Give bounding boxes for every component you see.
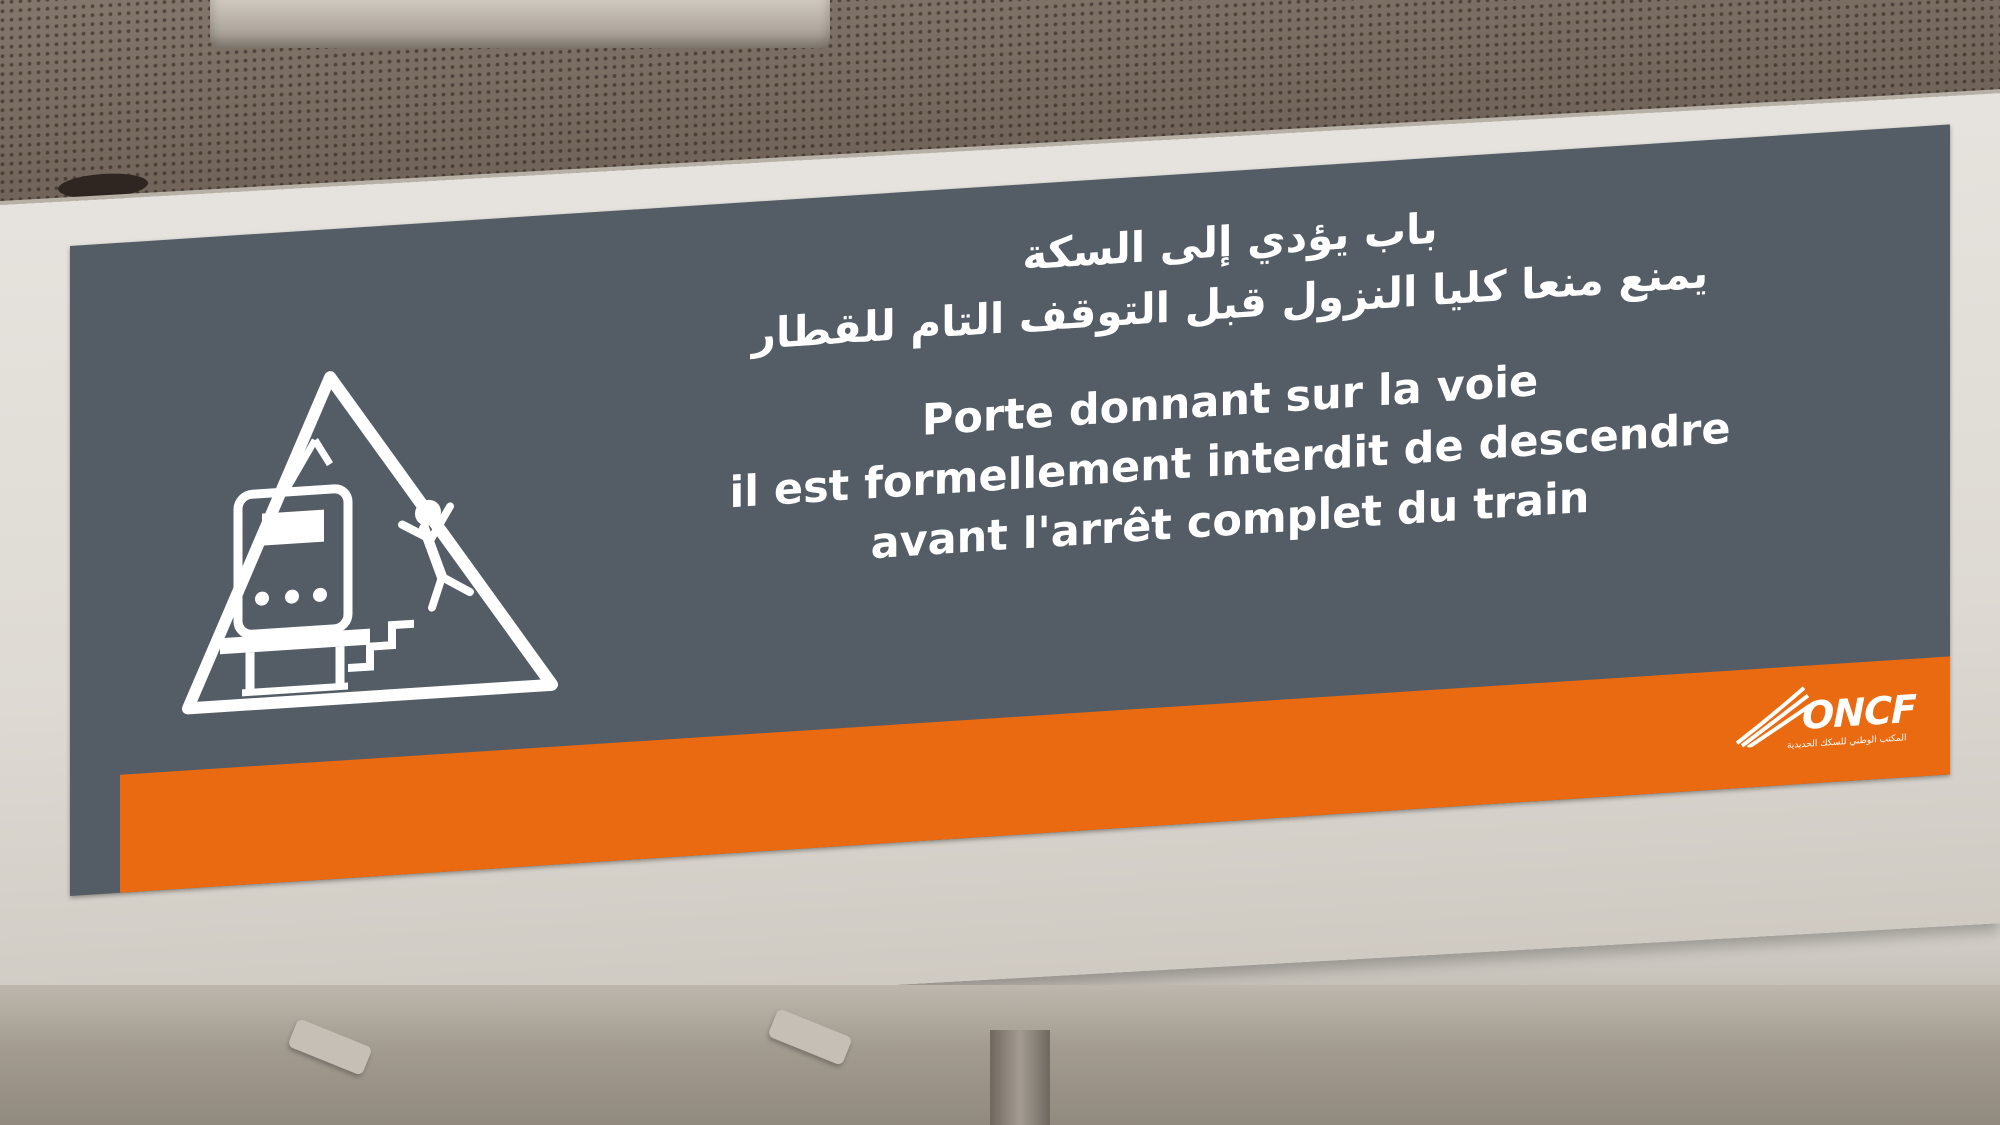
oncf-swoosh-icon xyxy=(1735,686,1812,749)
photo-scene: باب يؤدي إلى السكة يمنع منعا كليا النزول… xyxy=(0,0,2000,1125)
warning-sign: باب يؤدي إلى السكة يمنع منعا كليا النزول… xyxy=(70,124,1950,897)
train-door-fall-warning-icon xyxy=(182,371,558,715)
ceiling-light xyxy=(210,0,830,48)
door-rail xyxy=(990,1030,1050,1125)
sign-text: باب يؤدي إلى السكة يمنع منعا كليا النزول… xyxy=(630,172,1830,590)
oncf-logo: ONCF المكتب الوطني للسكك الحديدية xyxy=(1732,676,1932,769)
oncf-logo-text: ONCF xyxy=(1802,686,1916,738)
